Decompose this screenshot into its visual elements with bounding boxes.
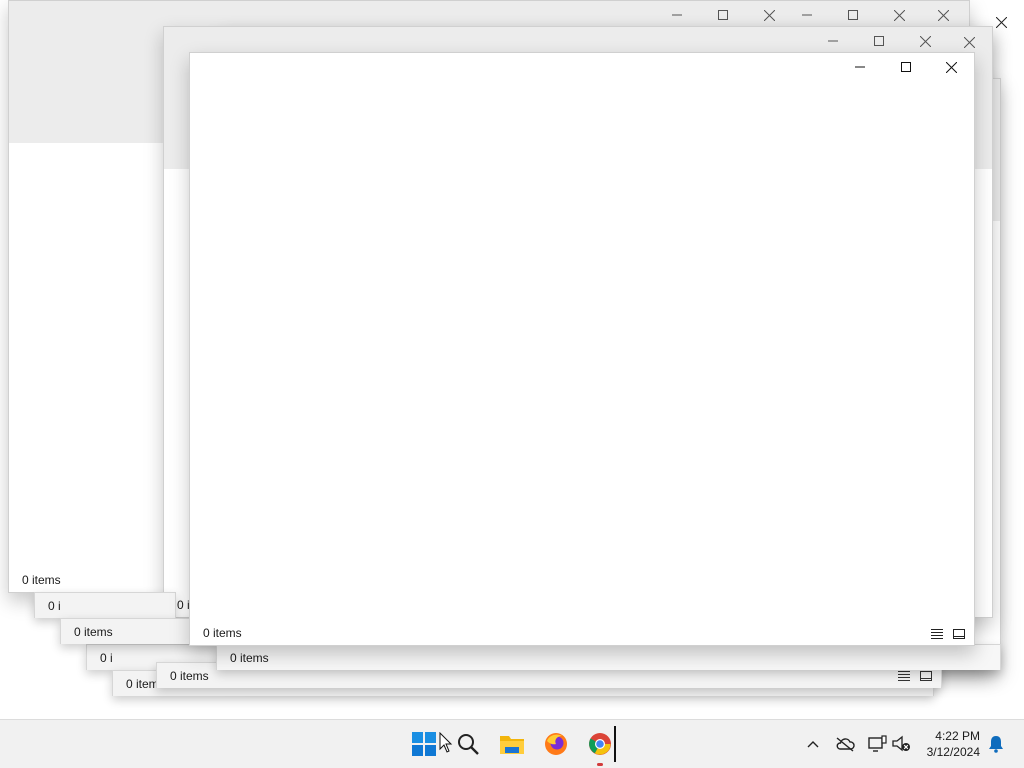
folder-icon bbox=[500, 736, 524, 754]
network-icon bbox=[868, 735, 887, 752]
status-items-count: 0 items bbox=[22, 573, 61, 587]
close-button[interactable] bbox=[920, 1, 966, 29]
network-button[interactable] bbox=[867, 734, 887, 754]
maximize-icon bbox=[901, 62, 911, 72]
status-items-count: 0 items bbox=[230, 651, 269, 665]
firefox-button[interactable] bbox=[540, 728, 572, 760]
search-icon bbox=[458, 734, 479, 755]
maximize-button[interactable] bbox=[700, 1, 746, 29]
minimize-icon bbox=[802, 14, 812, 16]
clock-time: 4:22 PM bbox=[935, 729, 980, 743]
close-icon bbox=[893, 9, 905, 21]
close-icon bbox=[919, 35, 931, 47]
search-button[interactable] bbox=[452, 728, 484, 760]
bell-icon bbox=[989, 736, 1003, 753]
minimize-button[interactable] bbox=[837, 53, 883, 81]
details-view-icon bbox=[931, 629, 943, 639]
back-window-controls-2 bbox=[784, 1, 924, 29]
file-explorer-button[interactable] bbox=[496, 728, 528, 760]
minimize-button[interactable] bbox=[654, 1, 700, 29]
taskbar: 4:22 PM 3/12/2024 bbox=[0, 719, 1024, 768]
back-window-controls-3 bbox=[810, 27, 950, 55]
firefox-icon bbox=[545, 733, 567, 755]
minimize-button[interactable] bbox=[784, 1, 830, 29]
chrome-icon bbox=[589, 733, 611, 755]
mouse-cursor-icon bbox=[439, 732, 453, 753]
status-items-count: 0 items bbox=[170, 669, 209, 683]
onedrive-button[interactable] bbox=[835, 734, 855, 754]
details-view-button[interactable] bbox=[930, 628, 944, 640]
windows-start-icon bbox=[412, 732, 436, 756]
close-icon bbox=[763, 9, 775, 21]
details-view-icon bbox=[898, 671, 910, 681]
maximize-button[interactable] bbox=[883, 53, 929, 81]
maximize-icon bbox=[874, 36, 884, 46]
maximize-button[interactable] bbox=[830, 1, 876, 29]
close-icon bbox=[937, 9, 949, 21]
status-items-count: 0 i bbox=[48, 599, 61, 613]
thumbnail-view-button[interactable] bbox=[952, 628, 966, 640]
stacked-window-pane[interactable]: 0 i bbox=[34, 592, 176, 618]
clock[interactable]: 4:22 PM 3/12/2024 bbox=[927, 728, 980, 760]
close-icon bbox=[945, 61, 957, 73]
back-window-controls-1 bbox=[654, 1, 794, 29]
close-button[interactable] bbox=[928, 53, 974, 81]
status-items-count: 0 items bbox=[203, 626, 242, 640]
minimize-icon bbox=[672, 14, 682, 16]
chevron-up-icon bbox=[807, 741, 819, 748]
volume-muted-icon bbox=[892, 735, 910, 752]
show-hidden-icons-button[interactable] bbox=[803, 734, 823, 754]
text-cursor-marker bbox=[614, 726, 616, 762]
thumbnail-view-icon bbox=[953, 629, 965, 639]
close-button[interactable] bbox=[902, 27, 948, 55]
notifications-button[interactable] bbox=[986, 734, 1006, 754]
maximize-icon bbox=[718, 10, 728, 20]
minimize-button[interactable] bbox=[810, 27, 856, 55]
clock-date: 3/12/2024 bbox=[926, 745, 980, 759]
close-button[interactable] bbox=[876, 1, 922, 29]
thumbnail-view-button[interactable] bbox=[919, 670, 933, 682]
close-icon bbox=[995, 16, 1007, 28]
status-items-count: 0 items bbox=[74, 625, 113, 639]
thumbnail-view-icon bbox=[920, 671, 932, 681]
stacked-window-pane[interactable]: 0 items bbox=[216, 644, 1001, 670]
status-items-count: 0 i bbox=[100, 651, 113, 665]
close-icon bbox=[963, 36, 975, 48]
volume-button[interactable] bbox=[891, 734, 911, 754]
start-button[interactable] bbox=[408, 728, 440, 760]
details-view-button[interactable] bbox=[897, 670, 911, 682]
chrome-button[interactable] bbox=[584, 728, 616, 760]
minimize-icon bbox=[855, 66, 865, 68]
maximize-button[interactable] bbox=[856, 27, 902, 55]
cloud-offline-icon bbox=[836, 737, 855, 752]
running-indicator bbox=[597, 763, 603, 766]
explorer-window-front[interactable]: 0 items bbox=[189, 52, 975, 646]
maximize-icon bbox=[848, 10, 858, 20]
minimize-icon bbox=[828, 40, 838, 42]
